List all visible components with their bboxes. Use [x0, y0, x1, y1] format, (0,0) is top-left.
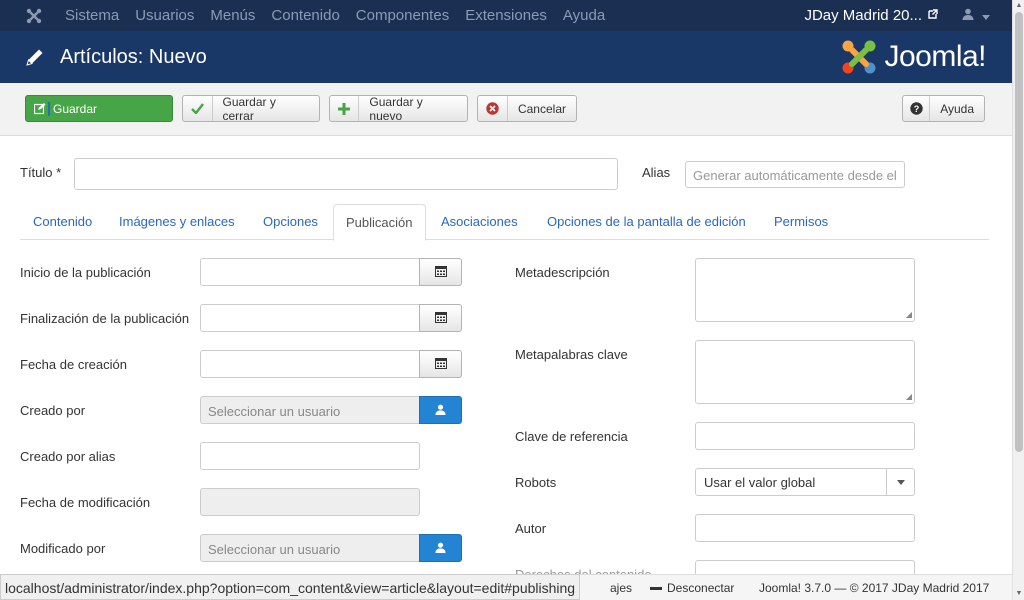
caret-down-icon: [982, 8, 990, 23]
created-by-label: Creado por: [20, 403, 86, 418]
tab-contenido[interactable]: Contenido: [33, 204, 92, 240]
publish-up-input[interactable]: [200, 258, 420, 286]
calendar-icon: [434, 265, 447, 280]
caret-down-icon: [886, 469, 914, 495]
site-link[interactable]: JDay Madrid 20...: [804, 7, 928, 24]
user-icon: [962, 8, 974, 23]
created-label: Fecha de creación: [20, 357, 127, 372]
xreference-input[interactable]: [695, 422, 915, 450]
logout-link[interactable]: Desconectar: [650, 575, 734, 600]
modified-by-placeholder: Seleccionar un usuario: [208, 542, 341, 557]
user-menu[interactable]: [962, 8, 1012, 23]
status-url-bar: localhost/administrator/index.php?option…: [0, 574, 581, 600]
tab-permisos[interactable]: Permisos: [774, 204, 828, 240]
joomla-menu-icon[interactable]: [18, 0, 49, 31]
version-text: Joomla! 3.7.0 — © 2017 JDay Madrid 2017: [759, 581, 990, 595]
help-button[interactable]: ? Ayuda: [902, 95, 985, 122]
tab-publicacion[interactable]: Publicación: [333, 204, 426, 241]
calendar-icon: [434, 311, 447, 326]
publish-down-label: Finalización de la publicación: [20, 311, 190, 326]
tab-asociaciones[interactable]: Asociaciones: [441, 204, 518, 240]
select-user-button[interactable]: [419, 534, 462, 562]
created-by-alias-input[interactable]: [200, 442, 420, 470]
user-icon: [435, 541, 446, 556]
alias-input[interactable]: Generar automáticamente desde el: [685, 161, 905, 188]
plus-icon: [330, 96, 360, 121]
modified-by-label: Modificado por: [20, 541, 106, 556]
publish-up-label: Inicio de la publicación: [20, 265, 151, 280]
alias-placeholder: Generar automáticamente desde el: [693, 168, 897, 183]
menu-ayuda[interactable]: Ayuda: [555, 0, 613, 31]
created-by-alias-label: Creado por alias: [20, 449, 116, 464]
author-input[interactable]: [695, 514, 915, 542]
menu-menus[interactable]: Menús: [202, 0, 263, 31]
metadesc-label: Metadescripción: [515, 265, 610, 280]
menu-componentes[interactable]: Componentes: [348, 0, 457, 31]
modified-input: [200, 488, 420, 516]
top-navbar: Sistema Usuarios Menús Contenido Compone…: [0, 0, 1012, 31]
page-title: Artículos: Nuevo: [60, 45, 207, 68]
metadesc-textarea[interactable]: ◢: [695, 258, 915, 322]
title-label: Título *: [20, 165, 62, 180]
alias-label: Alias: [642, 165, 671, 180]
resize-grip-icon[interactable]: ◢: [906, 393, 912, 401]
tab-bar: Contenido Imágenes y enlaces Opciones Pu…: [20, 204, 989, 241]
calendar-button[interactable]: [419, 304, 462, 332]
save-button[interactable]: Guardar: [25, 95, 173, 122]
menu-usuarios[interactable]: Usuarios: [127, 0, 202, 31]
calendar-button[interactable]: [419, 350, 462, 378]
scrollbar-thumb[interactable]: [1015, 12, 1023, 452]
robots-label: Robots: [515, 475, 557, 490]
tab-opciones[interactable]: Opciones: [263, 204, 318, 240]
page-header: Artículos: Nuevo Joomla!: [0, 31, 1012, 83]
publish-down-input[interactable]: [200, 304, 420, 332]
joomla-logo-text: Joomla!: [884, 40, 986, 73]
edit-icon: [26, 96, 48, 121]
xreference-label: Clave de referencia: [515, 429, 628, 444]
resize-grip-icon[interactable]: ◢: [906, 311, 912, 319]
scroll-up-icon[interactable]: ▲: [1013, 0, 1024, 12]
minus-icon: [650, 587, 662, 591]
toolbar: Guardar Guardar y cerrar Guardar y nuevo…: [0, 83, 1012, 136]
calendar-icon: [434, 357, 447, 372]
cancel-icon: [478, 96, 508, 121]
svg-text:?: ?: [913, 104, 919, 114]
created-input[interactable]: [200, 350, 420, 378]
modified-by-input[interactable]: Seleccionar un usuario: [200, 534, 420, 562]
menu-sistema[interactable]: Sistema: [57, 0, 127, 31]
title-input[interactable]: [74, 158, 618, 190]
rights-input[interactable]: [695, 560, 915, 574]
created-by-placeholder: Seleccionar un usuario: [208, 404, 341, 419]
calendar-button[interactable]: [419, 258, 462, 286]
joomla-logo-icon: [842, 40, 876, 74]
modified-label: Fecha de modificación: [20, 495, 151, 510]
menu-extensiones[interactable]: Extensiones: [457, 0, 555, 31]
menu-contenido[interactable]: Contenido: [263, 0, 347, 31]
metakey-label: Metapalabras clave: [515, 347, 628, 362]
pencil-icon: [24, 46, 46, 68]
author-label: Autor: [515, 521, 547, 536]
select-user-button[interactable]: [419, 396, 462, 424]
save-close-button[interactable]: Guardar y cerrar: [182, 95, 320, 123]
scroll-down-icon[interactable]: ▼: [1013, 588, 1024, 600]
tab-imagenes[interactable]: Imágenes y enlaces: [119, 204, 235, 240]
created-by-input[interactable]: Seleccionar un usuario: [200, 396, 420, 424]
tab-opciones-pantalla[interactable]: Opciones de la pantalla de edición: [547, 204, 746, 240]
question-icon: ?: [903, 96, 931, 121]
user-icon: [435, 403, 446, 418]
joomla-logo: Joomla!: [840, 38, 986, 76]
save-new-button[interactable]: Guardar y nuevo: [329, 95, 468, 123]
cancel-button[interactable]: Cancelar: [477, 95, 577, 122]
metakey-textarea[interactable]: ◢: [695, 340, 915, 404]
robots-select[interactable]: Usar el valor global: [695, 468, 915, 496]
page-scrollbar[interactable]: ▲ ▼: [1012, 0, 1024, 600]
preview-link[interactable]: ajes: [610, 575, 632, 600]
check-icon: [183, 96, 213, 121]
robots-value: Usar el valor global: [704, 474, 816, 490]
external-link-icon: [928, 9, 938, 22]
